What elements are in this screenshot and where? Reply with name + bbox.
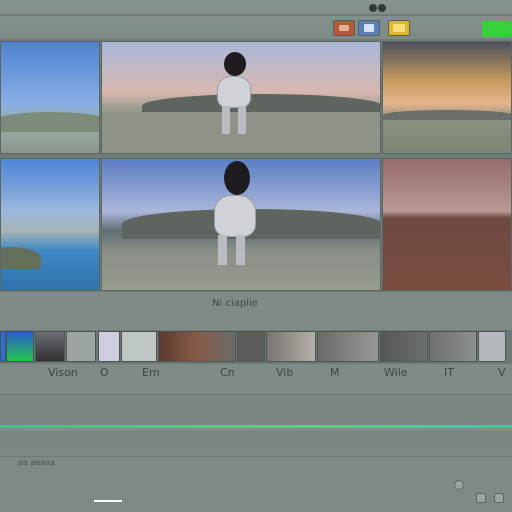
media-button[interactable] bbox=[333, 20, 355, 36]
clip-thumbnail[interactable] bbox=[266, 331, 316, 362]
preview-thumb-3[interactable] bbox=[382, 41, 512, 154]
timeline-track[interactable] bbox=[0, 394, 512, 454]
timeline-label: IT bbox=[444, 366, 454, 379]
clip-thumbnail[interactable] bbox=[158, 331, 236, 362]
close-icon[interactable] bbox=[476, 493, 486, 503]
clip-thumbnail[interactable] bbox=[35, 331, 65, 362]
preview-thumb-1[interactable] bbox=[0, 41, 100, 154]
preview-main-bottom[interactable] bbox=[101, 158, 381, 291]
clip-thumbnail[interactable] bbox=[121, 331, 157, 362]
clip-thumbnail[interactable] bbox=[237, 331, 265, 362]
clip-thumbnail[interactable] bbox=[380, 331, 428, 362]
status-text: aa aaaaa bbox=[18, 458, 55, 467]
toolbar-divider bbox=[0, 14, 512, 16]
track-underline bbox=[0, 429, 512, 430]
preview-main-top[interactable] bbox=[101, 41, 381, 154]
scroll-indicator[interactable] bbox=[94, 500, 122, 502]
audio-track-line[interactable] bbox=[0, 425, 512, 428]
preview-thumb-4[interactable] bbox=[0, 158, 100, 291]
status-bar bbox=[0, 456, 512, 512]
film-icon bbox=[339, 25, 349, 31]
render-button[interactable] bbox=[482, 21, 512, 37]
clip-thumbnail[interactable] bbox=[6, 331, 34, 362]
timeline-label: V bbox=[498, 366, 506, 379]
timeline-label: Cn bbox=[220, 366, 235, 379]
timeline-label: Em bbox=[142, 366, 160, 379]
preview-thumb-6[interactable] bbox=[382, 158, 512, 291]
folder-button[interactable] bbox=[388, 20, 410, 36]
timeline-label: Vib bbox=[276, 366, 294, 379]
app-logo-icon bbox=[366, 0, 390, 12]
top-toolbar bbox=[0, 0, 512, 40]
folder-icon bbox=[393, 24, 405, 32]
image-icon bbox=[364, 24, 374, 32]
photo-button[interactable] bbox=[358, 20, 380, 36]
timeline-label: Wile bbox=[384, 366, 408, 379]
clip-thumbnail[interactable] bbox=[317, 331, 379, 362]
clip-thumbnail[interactable] bbox=[429, 331, 477, 362]
settings-icon[interactable] bbox=[454, 480, 464, 490]
timeline-label: Vison bbox=[48, 366, 78, 379]
clip-thumbnail[interactable] bbox=[66, 331, 96, 362]
expand-icon[interactable] bbox=[494, 493, 504, 503]
clip-thumbnail[interactable] bbox=[478, 331, 506, 362]
preview-caption: Ni ciaplie bbox=[212, 298, 258, 309]
clip-thumbnail[interactable] bbox=[98, 331, 120, 362]
timeline-label: M bbox=[330, 366, 340, 379]
timeline-label: O bbox=[100, 366, 109, 379]
